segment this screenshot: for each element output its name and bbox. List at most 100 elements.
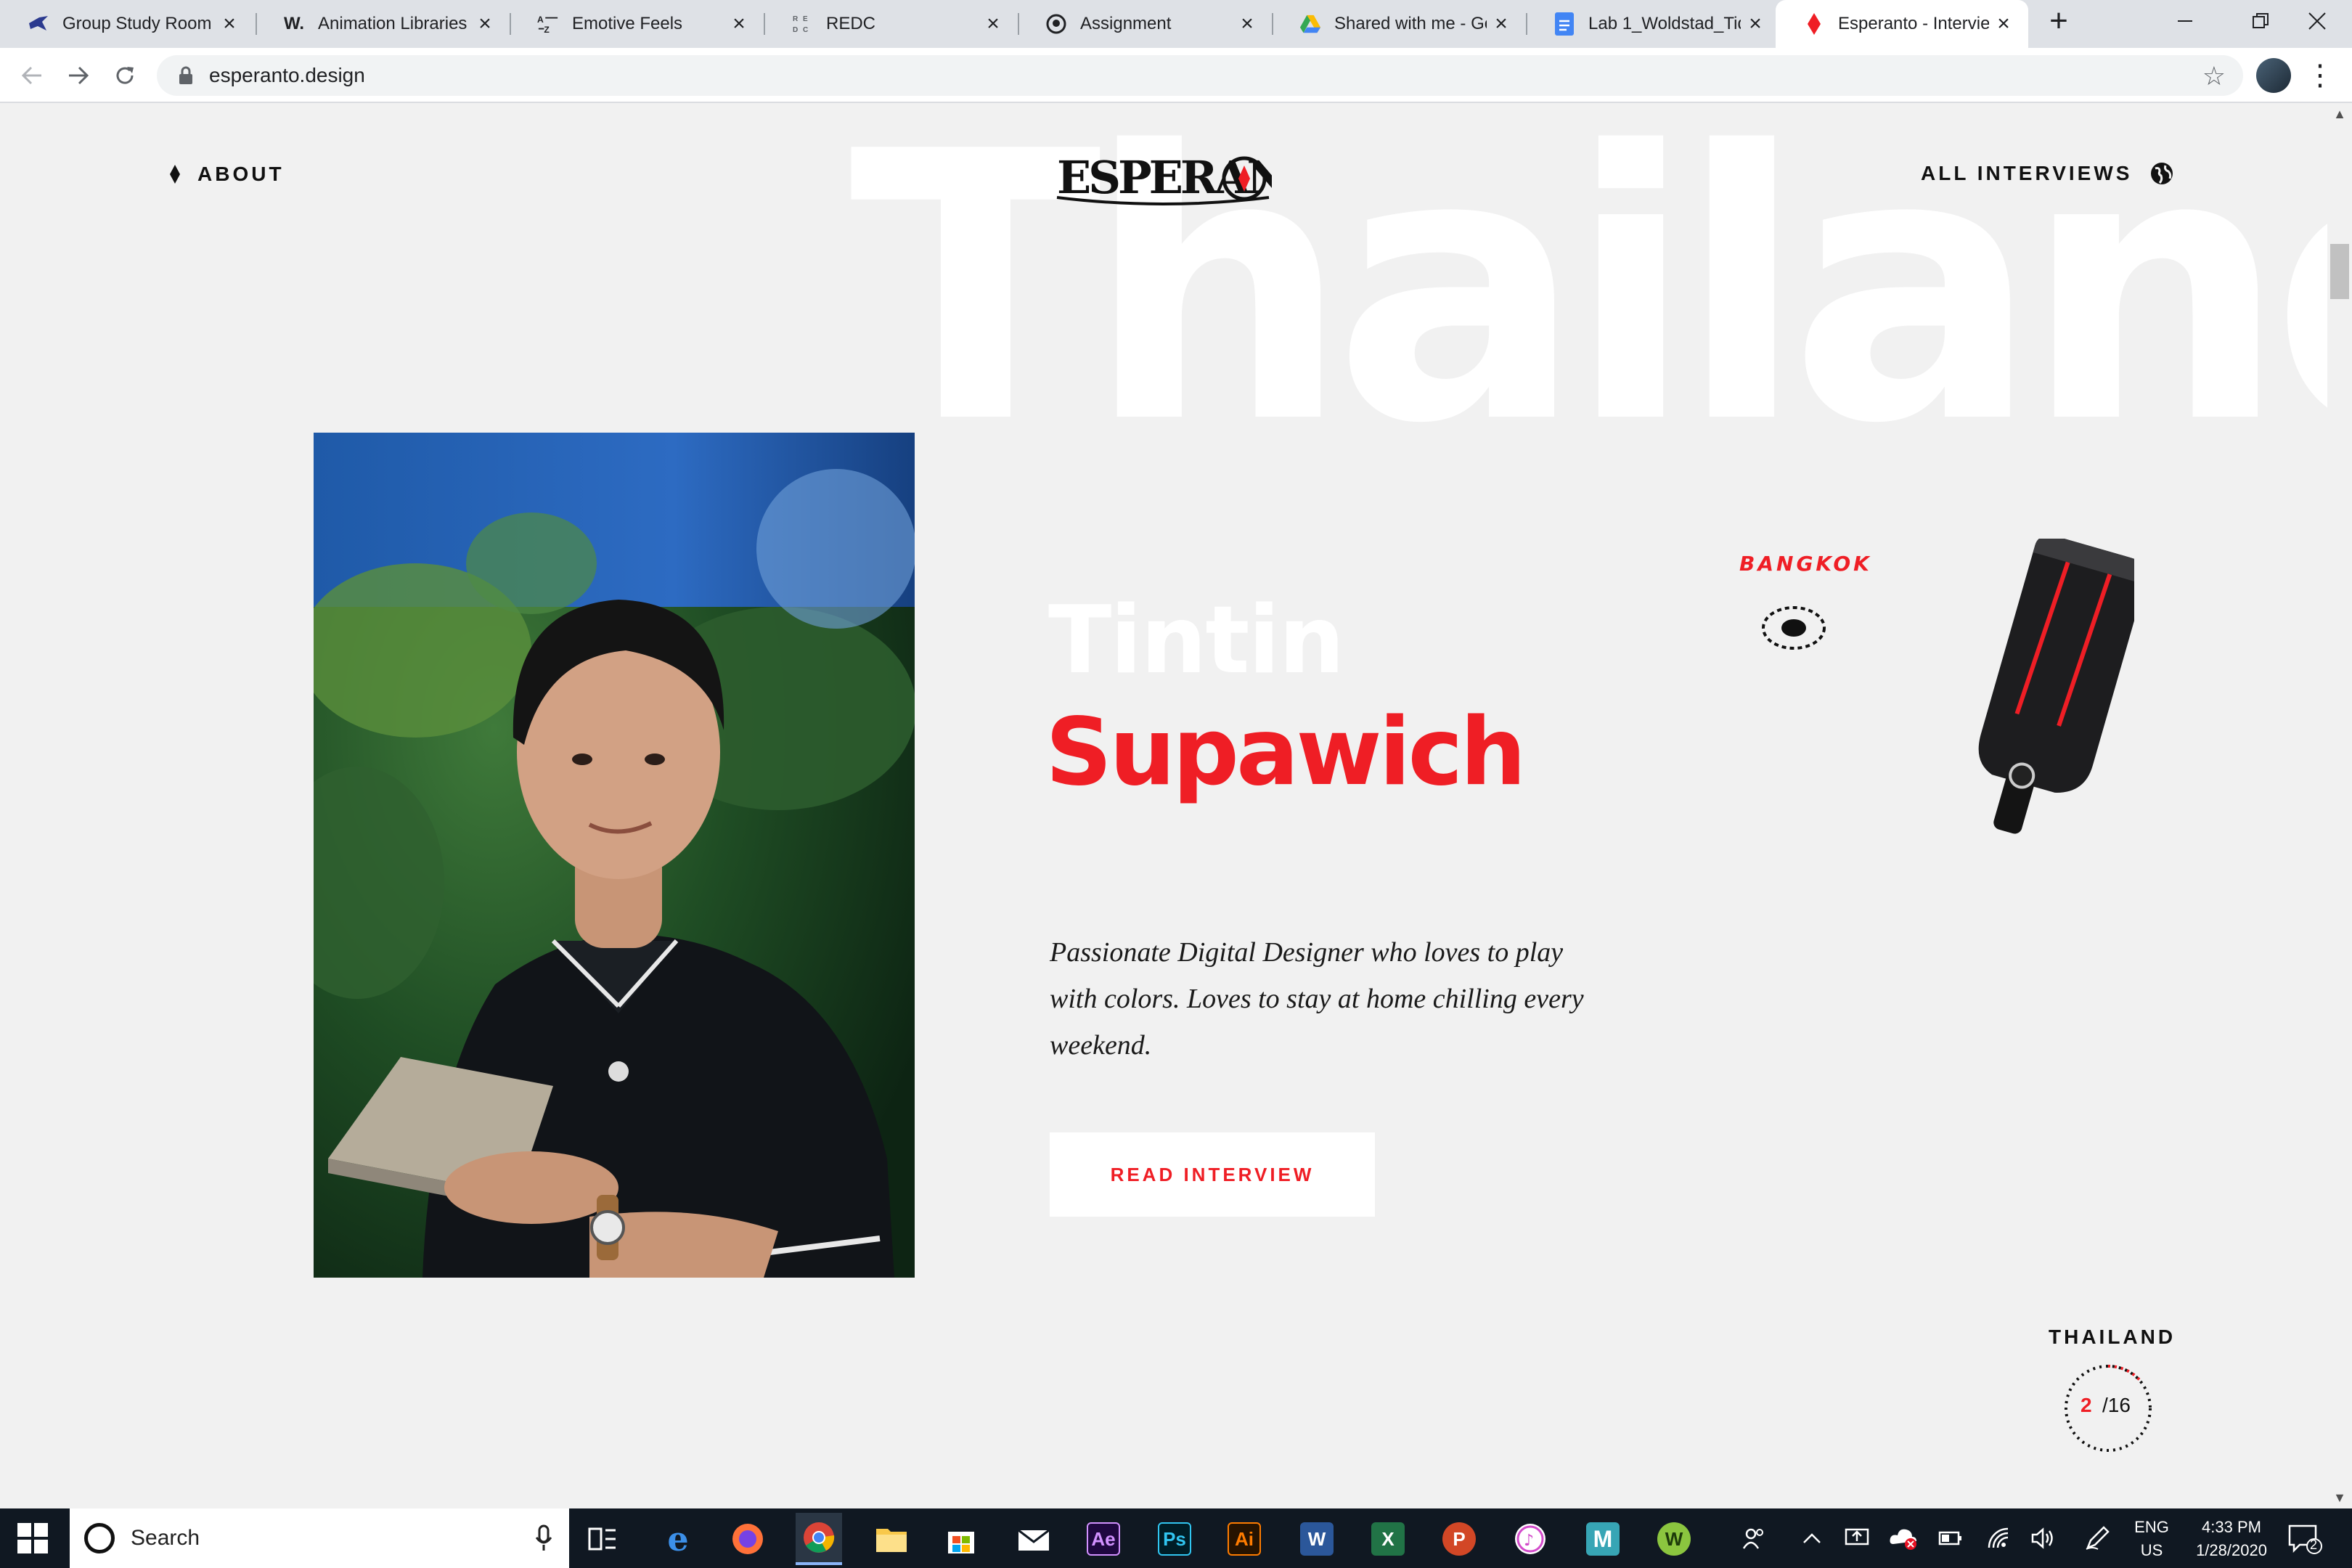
mail-icon[interactable] — [1010, 1516, 1057, 1562]
esperanto-logo[interactable]: ESPERANTO — [1054, 144, 1356, 213]
excel-icon[interactable]: X — [1365, 1516, 1411, 1562]
store-icon[interactable] — [938, 1516, 984, 1562]
word-icon[interactable]: W — [1294, 1516, 1340, 1562]
tab-close-icon[interactable]: × — [1487, 12, 1516, 36]
svg-text:D: D — [793, 26, 798, 34]
show-hidden-icons-chevron-icon[interactable] — [1796, 1508, 1828, 1568]
svg-text:R: R — [793, 15, 799, 23]
address-bar[interactable]: esperanto.design ☆ — [157, 55, 2243, 96]
windows-taskbar: Search e Ae Ps Ai W X P ♪ M W ENG US 4:3… — [0, 1508, 2352, 1568]
scrollbar-thumb[interactable] — [2330, 244, 2349, 299]
forward-button[interactable] — [58, 55, 99, 96]
tab-google-drive[interactable]: Shared with me - Go × — [1272, 0, 1526, 48]
language-code: ENG — [2134, 1518, 2169, 1536]
tab-google-docs[interactable]: Lab 1_Woldstad_Tidv × — [1526, 0, 1780, 48]
tab-close-icon[interactable]: × — [1741, 12, 1770, 36]
url-text: esperanto.design — [209, 64, 365, 86]
tab-animation-libraries[interactable]: W. Animation Libraries F × — [256, 0, 510, 48]
tab-assignment[interactable]: Assignment × — [1018, 0, 1272, 48]
tab-close-icon[interactable]: × — [470, 12, 499, 36]
edge-icon[interactable]: e — [655, 1516, 701, 1562]
file-explorer-icon[interactable] — [868, 1516, 915, 1562]
people-icon[interactable] — [1736, 1508, 1771, 1568]
display-tray-icon[interactable] — [1839, 1508, 1874, 1568]
onedrive-error-icon[interactable] — [1886, 1508, 1921, 1568]
tab-title: Animation Libraries F — [318, 14, 470, 33]
window-close-button[interactable] — [2279, 0, 2352, 42]
windows-start-icon[interactable] — [16, 1522, 49, 1555]
tab-esperanto-active[interactable]: Esperanto - Intervie × — [1776, 0, 2028, 48]
clock-date: 1/28/2020 — [2196, 1541, 2267, 1559]
all-interviews-link[interactable]: ALL INTERVIEWS — [1921, 161, 2174, 186]
tab-close-icon[interactable]: × — [724, 12, 754, 36]
interview-counter[interactable]: 2 /16 — [2062, 1362, 2155, 1455]
about-link[interactable]: ABOUT — [170, 163, 285, 186]
bookmark-star-icon[interactable]: ☆ — [2202, 61, 2226, 91]
taskbar-search-box[interactable]: Search — [70, 1508, 569, 1568]
counter-total: /16 — [2102, 1394, 2131, 1416]
city-location-marker-icon — [1762, 606, 1826, 650]
svg-text:C: C — [803, 26, 808, 34]
tab-title: Esperanto - Intervie — [1838, 14, 1989, 33]
itunes-icon[interactable]: ♪ — [1507, 1516, 1553, 1562]
reload-button[interactable] — [105, 55, 145, 96]
tab-emotive-feels[interactable]: AZ Emotive Feels × — [510, 0, 764, 48]
task-view-icon[interactable] — [579, 1516, 626, 1562]
browser-menu-icon[interactable]: ⋮ — [2306, 55, 2335, 96]
lock-icon — [179, 66, 192, 84]
clock-time: 4:33 PM — [2202, 1518, 2261, 1536]
volume-icon[interactable] — [2027, 1508, 2060, 1568]
minimize-button[interactable] — [2147, 0, 2223, 42]
firefox-icon[interactable] — [724, 1516, 771, 1562]
tab-close-icon[interactable]: × — [1233, 12, 1262, 36]
page-viewport: Thailand ABOUT ESPERANTO ALL INTERVIEWS — [0, 103, 2327, 1508]
microphone-icon[interactable] — [536, 1524, 552, 1552]
powerpoint-icon[interactable]: P — [1436, 1516, 1482, 1562]
w-icon: W. — [284, 14, 304, 33]
tab-close-icon[interactable]: × — [979, 12, 1008, 36]
after-effects-icon[interactable]: Ae — [1080, 1516, 1127, 1562]
globe-icon — [2151, 163, 2173, 184]
svg-text:A: A — [537, 15, 544, 25]
chrome-icon[interactable] — [796, 1513, 842, 1565]
tab-group-study-room[interactable]: Group Study Room F × — [0, 0, 254, 48]
location-pin-object-icon — [1978, 539, 2134, 834]
illustrator-icon[interactable]: Ai — [1221, 1516, 1267, 1562]
tab-title: REDC — [826, 14, 876, 33]
diamond-icon — [170, 165, 180, 184]
tab-close-icon[interactable]: × — [215, 12, 244, 36]
scroll-up-arrow-icon[interactable]: ▲ — [2327, 103, 2352, 125]
browser-tab-strip: Group Study Room F × W. Animation Librar… — [0, 0, 2352, 48]
profile-avatar[interactable] — [2256, 58, 2291, 93]
google-docs-icon — [1553, 12, 1575, 36]
region-code: US — [2140, 1541, 2163, 1559]
pen-workspace-icon[interactable] — [2081, 1508, 2114, 1568]
photoshop-icon[interactable]: Ps — [1151, 1516, 1198, 1562]
cortana-icon — [84, 1523, 115, 1553]
system-clock[interactable]: 4:33 PM 1/28/2020 — [2181, 1516, 2282, 1562]
wifi-icon[interactable] — [1982, 1508, 2015, 1568]
page-scrollbar[interactable]: ▲ ▼ — [2327, 103, 2352, 1508]
scroll-down-arrow-icon[interactable]: ▼ — [2327, 1487, 2352, 1508]
svg-text:♪: ♪ — [1524, 1532, 1534, 1550]
taskbar-search-placeholder: Search — [131, 1526, 200, 1550]
w-app-icon[interactable]: W — [1651, 1516, 1697, 1562]
bird-icon — [28, 13, 49, 35]
tab-close-icon[interactable]: × — [1989, 12, 2018, 36]
action-center-icon[interactable]: 2 — [2287, 1523, 2323, 1555]
new-tab-button[interactable]: + — [2024, 0, 2094, 42]
read-interview-label: READ INTERVIEW — [1110, 1163, 1315, 1185]
tab-redc[interactable]: REDC REDC × — [764, 0, 1018, 48]
read-interview-button[interactable]: READ INTERVIEW — [1050, 1132, 1375, 1217]
interviewee-first-name: Tintin — [1048, 587, 1344, 695]
language-indicator[interactable]: ENG US — [2123, 1516, 2181, 1562]
tab-title: Emotive Feels — [572, 14, 683, 33]
back-button[interactable] — [12, 55, 52, 96]
red-diamond-icon — [1803, 13, 1825, 35]
counter-current: 2 — [2081, 1394, 2092, 1416]
battery-icon[interactable] — [1934, 1508, 1967, 1568]
tab-title: Shared with me - Go — [1334, 14, 1487, 33]
interviewee-bio: Passionate Digital Designer who loves to… — [1050, 937, 1584, 1061]
interviewee-portrait — [314, 433, 915, 1278]
maya-icon[interactable]: M — [1580, 1516, 1626, 1562]
